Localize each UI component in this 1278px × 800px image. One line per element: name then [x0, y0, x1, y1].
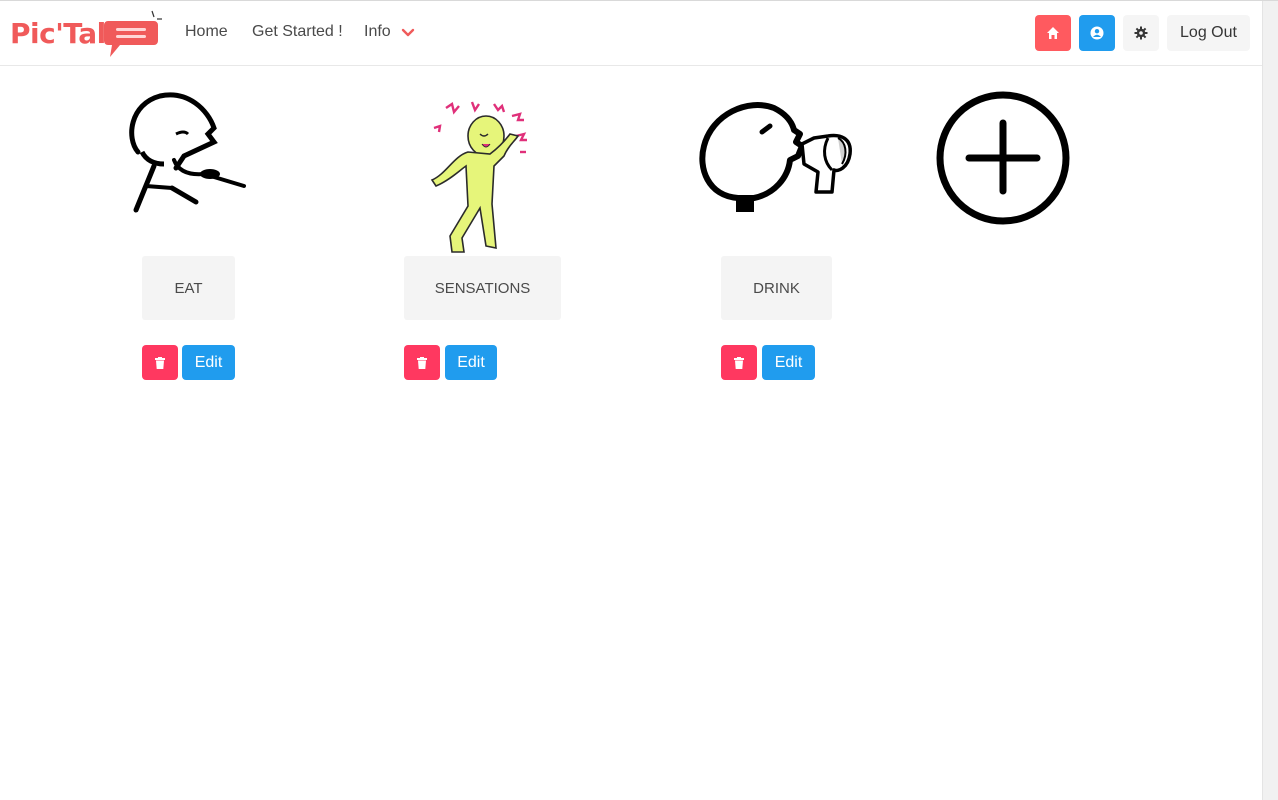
- nav-get-started[interactable]: Get Started !: [252, 23, 343, 41]
- logout-button[interactable]: Log Out: [1167, 15, 1250, 51]
- sensations-pictogram[interactable]: [424, 96, 536, 256]
- drink-pictogram[interactable]: [698, 98, 858, 214]
- nav-home[interactable]: Home: [185, 23, 228, 41]
- account-button[interactable]: [1079, 15, 1115, 51]
- pictogram-label-eat[interactable]: EAT: [142, 256, 235, 320]
- pictogram-label-sensations[interactable]: SENSATIONS: [404, 256, 561, 320]
- gear-icon: [1134, 26, 1148, 40]
- scrollbar[interactable]: [1262, 1, 1278, 800]
- home-button[interactable]: [1035, 15, 1071, 51]
- delete-button-drink[interactable]: [721, 345, 757, 380]
- delete-button-eat[interactable]: [142, 345, 178, 380]
- eat-pictogram[interactable]: [124, 90, 254, 216]
- speech-bubble-icon: [104, 10, 162, 57]
- delete-button-sensations[interactable]: [404, 345, 440, 380]
- navbar: Pic'Talk Home Get Started ! Info Log Out: [0, 1, 1262, 66]
- add-pictogram-button[interactable]: [936, 91, 1072, 227]
- chevron-down-icon[interactable]: [400, 27, 416, 39]
- trash-icon: [155, 356, 165, 369]
- pictogram-label-drink[interactable]: DRINK: [721, 256, 832, 320]
- pictalk-logo[interactable]: Pic'Talk: [8, 7, 162, 59]
- trash-icon: [734, 356, 744, 369]
- edit-button-drink[interactable]: Edit: [762, 345, 815, 380]
- edit-button-sensations[interactable]: Edit: [445, 345, 497, 380]
- user-circle-icon: [1090, 26, 1104, 40]
- nav-info[interactable]: Info: [364, 23, 391, 41]
- trash-icon: [417, 356, 427, 369]
- edit-button-eat[interactable]: Edit: [182, 345, 235, 380]
- settings-button[interactable]: [1123, 15, 1159, 51]
- home-icon: [1047, 27, 1059, 39]
